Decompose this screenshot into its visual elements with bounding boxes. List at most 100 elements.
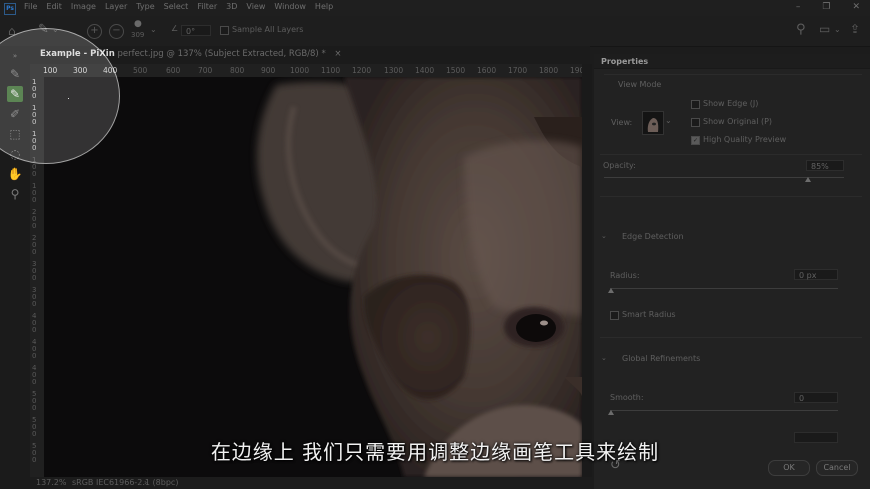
ruler-tick: 400 xyxy=(32,364,37,386)
window-controls: – ❐ ✕ xyxy=(796,2,860,12)
horizontal-ruler: 100 300 400 500 600 700 800 900 1000 110… xyxy=(30,64,586,78)
object-selection-tool-icon[interactable]: ⬚ xyxy=(7,126,23,142)
ruler-tick: 1100 xyxy=(321,66,341,75)
zoom-tool-icon[interactable]: ⚲ xyxy=(7,186,23,202)
menu-help[interactable]: Help xyxy=(315,2,333,11)
ruler-tick: 1800 xyxy=(539,66,559,75)
refine-edge-brush-tool-icon[interactable]: ✎ xyxy=(7,86,23,102)
menu-select[interactable]: Select xyxy=(164,2,189,11)
ruler-tick: 1000 xyxy=(290,66,310,75)
radius-slider-thumb[interactable] xyxy=(608,288,614,293)
toolbar: » ✎ ✎ ✐ ⬚ ◌ ✋ ⚲ xyxy=(0,46,30,489)
menu-view[interactable]: View xyxy=(246,2,265,11)
home-icon[interactable]: ⌂ xyxy=(8,24,16,38)
smooth-slider[interactable] xyxy=(610,410,838,411)
expand-detection-icon[interactable]: + xyxy=(87,24,102,39)
ruler-tick: 200 xyxy=(32,234,37,256)
photoshop-logo-icon: Ps xyxy=(4,3,16,15)
edge-detection-chevron-icon[interactable]: ⌄ xyxy=(601,232,607,240)
ruler-tick: 100 xyxy=(32,104,37,126)
brush-preview-icon[interactable]: ● xyxy=(134,19,142,29)
opacity-input[interactable]: 85% xyxy=(806,160,844,171)
workspace-chevron-icon[interactable]: ⌄ xyxy=(834,25,841,34)
ruler-tick: 300 xyxy=(32,260,37,282)
ruler-tick: 400 xyxy=(32,312,37,334)
sample-all-layers-label: Sample All Layers xyxy=(232,25,304,34)
brush-picker-chevron-icon[interactable]: ⌄ xyxy=(150,25,157,34)
hand-tool-icon[interactable]: ✋ xyxy=(7,166,23,182)
close-tab-icon[interactable]: × xyxy=(334,49,341,59)
document-name-highlight: Example - PiXin xyxy=(40,49,115,59)
ruler-tick: 600 xyxy=(166,66,181,75)
toolbar-collapse-icon[interactable]: » xyxy=(7,48,23,64)
video-subtitle: 在边缘上 我们只需要用调整边缘画笔工具来绘制 xyxy=(210,440,660,464)
divider xyxy=(604,74,862,75)
sample-all-layers-checkbox[interactable] xyxy=(220,26,229,35)
document-tab-title[interactable]: Example - PiXin perfect.jpg @ 137% (Subj… xyxy=(40,49,342,59)
smart-radius-label: Smart Radius xyxy=(622,310,676,319)
brush-tool-icon[interactable]: ✐ xyxy=(7,106,23,122)
share-icon[interactable]: ⇪ xyxy=(850,22,860,36)
radius-slider[interactable] xyxy=(610,288,838,289)
menu-edit[interactable]: Edit xyxy=(46,2,62,11)
close-window-icon[interactable]: ✕ xyxy=(852,2,860,12)
angle-input[interactable]: 0° xyxy=(181,25,211,36)
show-edge-checkbox[interactable] xyxy=(691,100,700,109)
show-original-checkbox[interactable] xyxy=(691,118,700,127)
ruler-tick: 100 xyxy=(32,156,37,178)
workspace-icon[interactable]: ▭ xyxy=(819,22,830,36)
ruler-tick: 500 xyxy=(32,416,37,438)
high-quality-preview-checkbox[interactable]: ✓ xyxy=(691,136,700,145)
divider xyxy=(600,154,862,155)
smooth-input[interactable]: 0 xyxy=(794,392,838,403)
ruler-tick: 900 xyxy=(261,66,276,75)
global-refinements-chevron-icon[interactable]: ⌄ xyxy=(601,354,607,362)
menu-type[interactable]: Type xyxy=(136,2,154,11)
ruler-tick: 200 xyxy=(32,208,37,230)
smart-radius-checkbox[interactable] xyxy=(610,311,619,320)
menu-window[interactable]: Window xyxy=(274,2,306,11)
view-mode-thumbnail[interactable] xyxy=(642,111,664,135)
menu-image[interactable]: Image xyxy=(71,2,96,11)
lasso-tool-icon[interactable]: ◌ xyxy=(7,146,23,162)
smooth-label: Smooth: xyxy=(610,393,644,402)
brush-size-value[interactable]: 309 xyxy=(131,31,144,39)
global-refinements-title[interactable]: Global Refinements xyxy=(622,354,700,363)
vertical-scrollbar[interactable] xyxy=(582,64,592,477)
menu-layer[interactable]: Layer xyxy=(105,2,127,11)
ruler-tick: 100 xyxy=(43,66,58,75)
ruler-tick: 1600 xyxy=(477,66,497,75)
tool-preset-chevron-icon[interactable]: ⌄ xyxy=(52,25,59,34)
menu-bar: Ps File Edit Image Layer Type Select Fil… xyxy=(0,0,870,16)
opacity-slider-thumb[interactable] xyxy=(805,177,811,182)
document-canvas[interactable] xyxy=(44,77,582,477)
properties-panel: Properties View Mode View: ⌄ Show Edge (… xyxy=(594,54,870,489)
divider xyxy=(600,337,862,338)
brush-cursor-center xyxy=(68,98,69,99)
radius-input[interactable]: 0 px xyxy=(794,269,838,280)
view-mode-chevron-icon[interactable]: ⌄ xyxy=(665,116,672,125)
ruler-tick: 800 xyxy=(230,66,245,75)
ruler-tick: 400 xyxy=(32,338,37,360)
color-profile: sRGB IEC61966-2.1 (8bpc) xyxy=(72,478,179,487)
restore-icon[interactable]: ❐ xyxy=(822,2,830,12)
status-chevron-icon[interactable]: › xyxy=(144,478,147,487)
ruler-tick: 1700 xyxy=(508,66,528,75)
menu-filter[interactable]: Filter xyxy=(197,2,217,11)
high-quality-preview-label: High Quality Preview xyxy=(703,135,787,144)
options-bar: ⌂ ✎ ⌄ + − ● 309 ⌄ ∠ 0° Sample All Layers… xyxy=(0,16,870,47)
contract-detection-icon[interactable]: − xyxy=(109,24,124,39)
ruler-tick: 1500 xyxy=(446,66,466,75)
angle-icon: ∠ xyxy=(171,24,179,33)
document-tab[interactable]: Example - PiXin perfect.jpg @ 137% (Subj… xyxy=(30,46,590,64)
minimize-icon[interactable]: – xyxy=(796,2,801,12)
menu-3d[interactable]: 3D xyxy=(226,2,237,11)
menu-file[interactable]: File xyxy=(24,2,37,11)
search-icon[interactable]: ⚲ xyxy=(796,22,806,37)
quick-selection-tool-icon[interactable]: ✎ xyxy=(7,66,23,82)
ruler-tick: 500 xyxy=(133,66,148,75)
edge-detection-title[interactable]: Edge Detection xyxy=(622,232,684,241)
refine-brush-tool-icon[interactable]: ✎ xyxy=(38,22,49,37)
smooth-slider-thumb[interactable] xyxy=(608,410,614,415)
zoom-level[interactable]: 137.2% xyxy=(36,478,67,487)
